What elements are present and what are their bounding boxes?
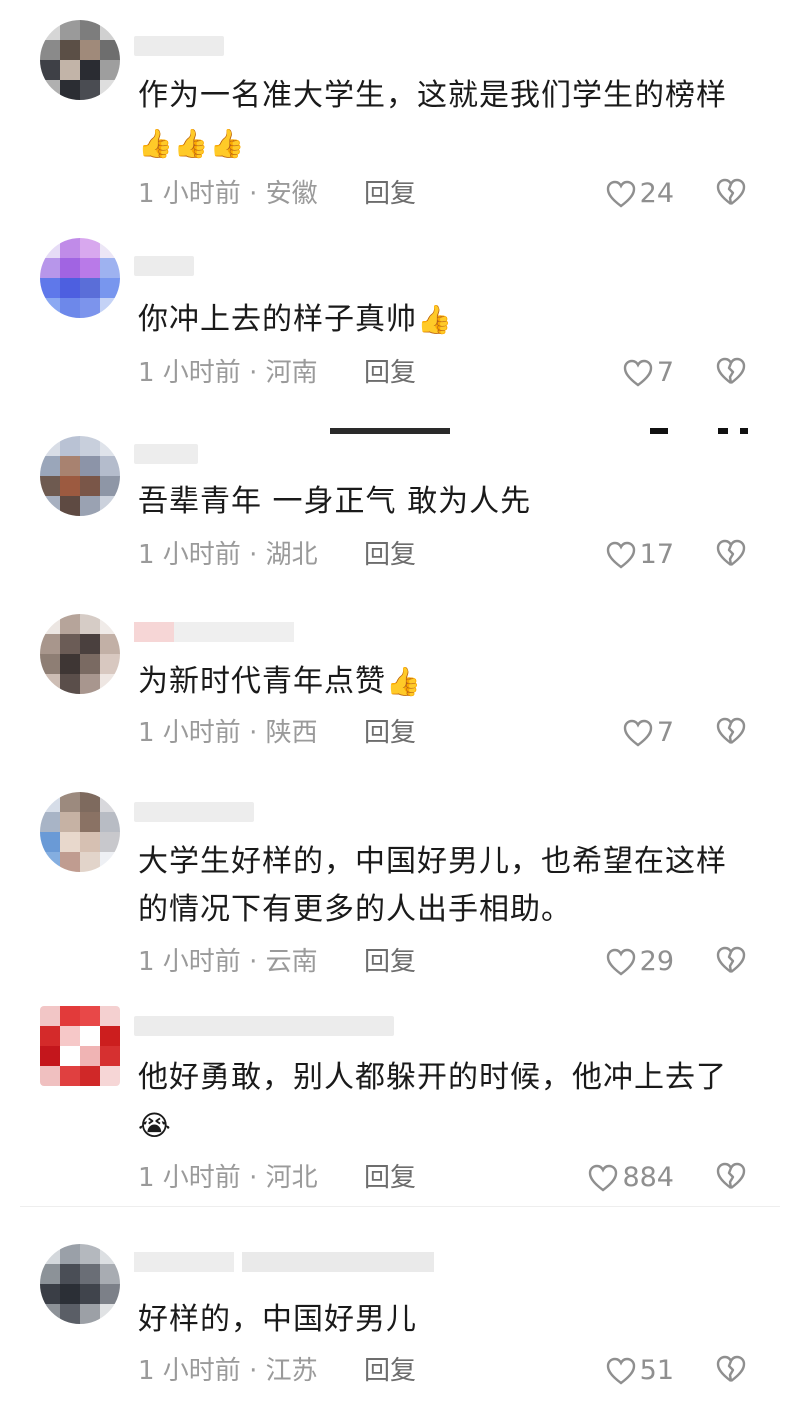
reply-button[interactable]: 回复 [364,174,416,214]
comment-time-location: 1 小时前 · 江苏 [138,1356,318,1386]
reply-button[interactable]: 回复 [364,1351,416,1391]
username-blurred[interactable] [134,1016,394,1036]
section-divider [20,1206,780,1207]
like-count: 51 [639,1355,674,1386]
avatar[interactable] [40,614,120,694]
like-count: 7 [656,357,674,388]
like-button[interactable]: 24 [606,174,674,214]
broken-heart-icon[interactable] [716,946,746,974]
comment-time-location: 1 小时前 · 河南 [138,358,318,388]
render-artifact [740,428,748,434]
like-button[interactable]: 29 [606,942,674,982]
like-count: 7 [656,717,674,748]
heart-icon [623,359,653,387]
comment-text: 吾辈青年 一身正气 敢为人先 [138,484,532,519]
broken-heart-icon[interactable] [716,1355,746,1383]
render-artifact [718,428,728,434]
heart-icon [623,719,653,747]
like-button[interactable]: 7 [623,353,674,393]
like-button[interactable]: 51 [606,1351,674,1391]
username-blurred[interactable] [134,444,198,464]
heart-icon [606,948,635,976]
username-blurred[interactable] [134,36,224,56]
comment-text: 作为一名准大学生，这就是我们学生的榜样👍👍👍 [138,78,727,160]
reply-button[interactable]: 回复 [364,942,416,982]
broken-heart-icon[interactable] [716,717,746,745]
avatar[interactable] [40,1244,120,1324]
heart-icon [589,1164,618,1192]
comment-time-location: 1 小时前 · 湖北 [138,540,318,570]
reply-button[interactable]: 回复 [364,353,416,393]
username-blurred[interactable] [134,622,294,642]
comment-text: 好样的，中国好男儿 [138,1302,417,1337]
thumbs-up-emoji: 👍 [386,665,422,698]
like-count: 17 [639,539,674,570]
like-button[interactable]: 7 [623,713,674,753]
like-button[interactable]: 17 [606,535,674,575]
avatar[interactable] [40,792,120,872]
comment-time-location: 1 小时前 · 河北 [138,1163,318,1193]
like-count: 29 [639,946,674,977]
like-button[interactable]: 884 [588,1158,674,1198]
broken-heart-icon[interactable] [716,539,746,567]
crying-face-emoji: 😭 [138,1109,172,1142]
comment-text: 他好勇敢，别人都躲开的时候，他冲上去了😭 [138,1060,727,1142]
username-blurred[interactable] [134,802,254,822]
username-blurred[interactable] [134,256,194,276]
heart-icon [606,180,635,208]
reply-button[interactable]: 回复 [364,713,416,753]
avatar[interactable] [40,20,120,100]
reply-button[interactable]: 回复 [364,535,416,575]
like-count: 884 [622,1162,674,1193]
avatar[interactable] [40,436,120,516]
render-artifact [330,428,450,434]
avatar[interactable] [40,238,120,318]
reply-button[interactable]: 回复 [364,1158,416,1198]
like-count: 24 [639,178,674,209]
broken-heart-icon[interactable] [716,357,746,385]
broken-heart-icon[interactable] [716,1162,746,1190]
comment-text: 为新时代青年点赞👍 [138,664,422,699]
comment-time-location: 1 小时前 · 云南 [138,947,318,977]
thumbs-up-emoji: 👍👍👍 [138,127,246,160]
heart-icon [606,1357,635,1385]
comment-text: 你冲上去的样子真帅👍 [138,302,453,337]
comment-time-location: 1 小时前 · 安徽 [138,179,318,209]
username-blurred[interactable] [134,1252,434,1272]
heart-icon [606,541,635,569]
avatar[interactable] [40,1006,120,1086]
comment-time-location: 1 小时前 · 陕西 [138,718,318,748]
comment-text: 大学生好样的，中国好男儿，也希望在这样的情况下有更多的人出手相助。 [138,844,727,927]
broken-heart-icon[interactable] [716,178,746,206]
thumbs-up-emoji: 👍 [417,303,453,336]
render-artifact [650,428,668,434]
